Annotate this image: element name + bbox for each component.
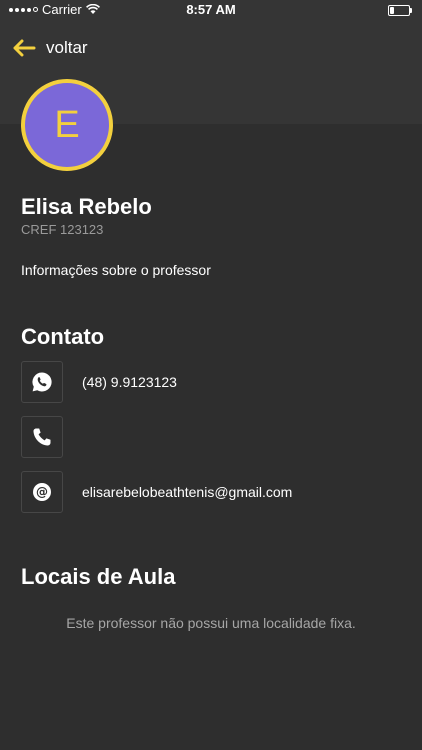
teacher-name: Elisa Rebelo xyxy=(21,194,152,219)
locations-empty-message: Este professor não possui uma localidade… xyxy=(66,615,356,631)
contact-title: Contato xyxy=(21,324,105,349)
avatar-letter: E xyxy=(54,103,80,146)
whatsapp-button[interactable] xyxy=(21,361,63,403)
cref-number: CREF 123123 xyxy=(21,222,104,237)
email-button[interactable]: @ xyxy=(21,471,63,513)
email-address[interactable]: elisarebelobeathtenis@gmail.com xyxy=(82,484,292,500)
phone-icon xyxy=(33,428,51,446)
contact-email-row[interactable]: @ elisarebelobeathtenis@gmail.com xyxy=(21,470,292,514)
contact-whatsapp-row[interactable]: (48) 9.9123123 xyxy=(21,360,177,404)
whatsapp-icon xyxy=(32,372,52,392)
whatsapp-number[interactable]: (48) 9.9123123 xyxy=(82,374,177,390)
at-icon: @ xyxy=(33,483,51,501)
locations-title: Locais de Aula xyxy=(21,564,176,589)
avatar: E xyxy=(21,79,113,171)
status-time: 8:57 AM xyxy=(186,2,236,17)
status-bar: Carrier 8:57 AM xyxy=(0,0,422,20)
contact-phone-row[interactable] xyxy=(21,415,82,459)
back-button[interactable]: voltar xyxy=(12,37,88,59)
teacher-info: Informações sobre o professor xyxy=(21,262,211,278)
back-label: voltar xyxy=(46,38,88,57)
battery-icon xyxy=(388,5,412,16)
svg-text:@: @ xyxy=(36,485,48,499)
battery-level xyxy=(390,7,394,14)
phone-button[interactable] xyxy=(21,416,63,458)
arrow-left-icon xyxy=(13,39,36,57)
